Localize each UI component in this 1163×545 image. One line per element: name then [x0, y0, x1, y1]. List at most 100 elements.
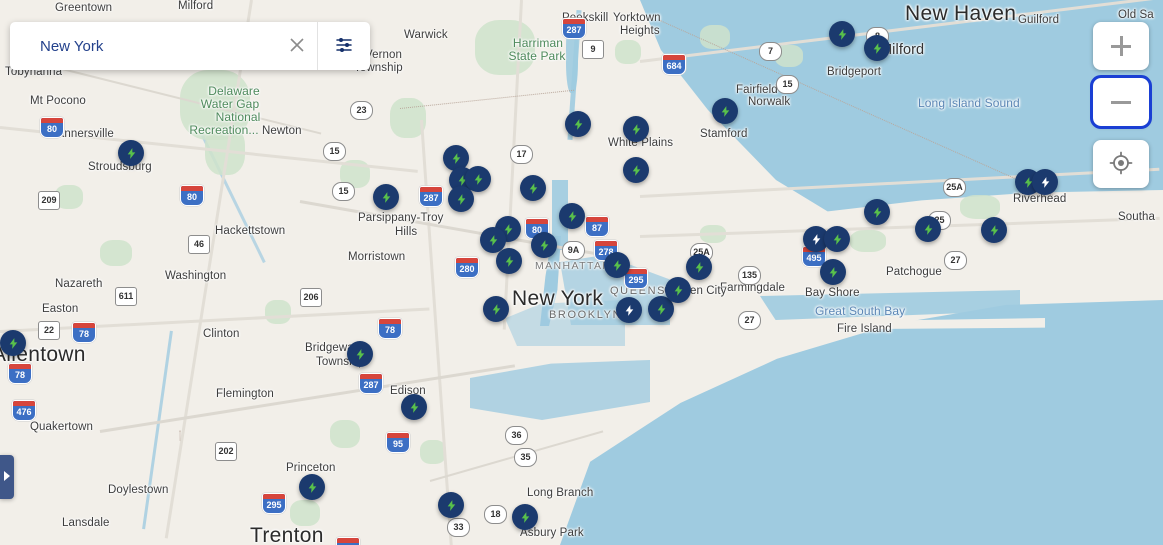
- charging-station-marker[interactable]: [665, 277, 691, 303]
- highway-shield: 202: [215, 442, 237, 461]
- lightning-bolt-icon: [455, 192, 468, 207]
- charging-station-marker[interactable]: [915, 216, 941, 242]
- highway-shield: 684: [662, 54, 686, 75]
- clear-search-button[interactable]: [277, 22, 317, 70]
- charging-station-marker[interactable]: [712, 98, 738, 124]
- charging-station-marker[interactable]: [483, 296, 509, 322]
- highway-shield: 78: [378, 318, 402, 339]
- highway-shield-number: 15: [782, 79, 793, 89]
- highway-shield: 287: [562, 18, 586, 39]
- zoom-out-button[interactable]: [1090, 75, 1152, 129]
- lightning-bolt-icon: [450, 151, 463, 166]
- highway-shield: 95: [386, 432, 410, 453]
- my-location-button[interactable]: [1093, 140, 1149, 188]
- charging-station-marker[interactable]: [520, 175, 546, 201]
- lightning-bolt-icon: [836, 27, 849, 42]
- highway-shield: 27: [738, 311, 761, 330]
- charging-station-marker[interactable]: [565, 111, 591, 137]
- lightning-bolt-icon: [1039, 175, 1052, 190]
- zoom-in-button[interactable]: [1093, 22, 1149, 70]
- highway-shield-number: 80: [186, 192, 197, 202]
- highway-shield: 33: [447, 518, 470, 537]
- charging-station-marker[interactable]: [347, 341, 373, 367]
- highway-shield-number: 9A: [567, 245, 580, 255]
- charging-station-marker[interactable]: [496, 248, 522, 274]
- highway-shield-number: 78: [384, 325, 395, 335]
- highway-shield-number: 684: [666, 61, 682, 71]
- highway-shield: 287: [359, 373, 383, 394]
- highway-shield: 280: [455, 257, 479, 278]
- highway-shield-number: 80: [46, 124, 57, 134]
- filter-button[interactable]: [318, 22, 370, 70]
- charging-station-marker[interactable]: [512, 504, 538, 530]
- lightning-bolt-icon: [630, 163, 643, 178]
- highway-shield-number: 202: [218, 446, 234, 456]
- map-canvas[interactable]: Greentown Milford Tobyhanna Mt Pocono Tanner…: [0, 0, 1163, 545]
- lightning-bolt-icon: [871, 41, 884, 56]
- charging-station-marker[interactable]: [0, 330, 26, 356]
- highway-shield-number: 18: [490, 509, 501, 519]
- highway-shield-number: 295: [628, 275, 644, 285]
- highway-shield: 15: [332, 182, 355, 201]
- highway-shield-number: 23: [356, 105, 367, 115]
- highway-shield: 35: [514, 448, 537, 467]
- charging-station-marker[interactable]: [604, 252, 630, 278]
- charging-station-marker[interactable]: [623, 116, 649, 142]
- lightning-bolt-icon: [380, 190, 393, 205]
- charging-station-marker[interactable]: [531, 232, 557, 258]
- expand-sidebar-handle[interactable]: [0, 455, 14, 499]
- highway-shield-number: 295: [266, 500, 282, 510]
- highway-shield: 611: [115, 287, 137, 306]
- charging-station-marker[interactable]: [448, 186, 474, 212]
- highway-shield: 80: [180, 185, 204, 206]
- charging-station-marker[interactable]: [864, 199, 890, 225]
- highway-shield: 87: [585, 216, 609, 237]
- charging-station-marker[interactable]: [118, 140, 144, 166]
- my-location-crosshair-icon: [1109, 151, 1133, 178]
- charging-station-marker[interactable]: [559, 203, 585, 229]
- highway-shield-number: 27: [744, 315, 755, 325]
- charging-station-marker[interactable]: [401, 394, 427, 420]
- highway-shield-number: 15: [338, 186, 349, 196]
- charging-station-marker[interactable]: [864, 35, 890, 61]
- highway-shield: 80: [40, 117, 64, 138]
- chevron-right-icon: [3, 468, 11, 486]
- charging-station-marker[interactable]: [820, 259, 846, 285]
- highway-shield-number: 9: [590, 44, 596, 54]
- lightning-bolt-icon: [831, 232, 844, 247]
- highway-shield-number: 25A: [946, 182, 963, 192]
- charging-station-marker[interactable]: [623, 157, 649, 183]
- lightning-bolt-icon: [538, 238, 551, 253]
- search-input[interactable]: [10, 22, 277, 70]
- charging-station-marker[interactable]: [1032, 169, 1058, 195]
- highway-shield: 287: [419, 186, 443, 207]
- charging-station-marker[interactable]: [373, 184, 399, 210]
- highway-shield-number: 287: [566, 25, 582, 35]
- highway-shield: 95: [336, 537, 360, 545]
- highway-shield-number: 87: [591, 223, 602, 233]
- lightning-bolt-icon: [655, 302, 668, 317]
- charging-station-marker[interactable]: [686, 254, 712, 280]
- highway-shield: 46: [188, 235, 210, 254]
- highway-shield: 25A: [943, 178, 966, 197]
- highway-shield: 36: [505, 426, 528, 445]
- minus-icon: [1111, 92, 1131, 112]
- highway-shield: 476: [12, 400, 36, 421]
- lightning-bolt-icon: [810, 232, 823, 247]
- lightning-bolt-icon: [572, 117, 585, 132]
- charging-station-marker[interactable]: [829, 21, 855, 47]
- lightning-bolt-icon: [490, 302, 503, 317]
- charging-station-marker[interactable]: [438, 492, 464, 518]
- lightning-bolt-icon: [611, 258, 624, 273]
- lightning-bolt-icon: [623, 303, 636, 318]
- map-controls[interactable]: [1090, 22, 1152, 196]
- charging-station-marker[interactable]: [616, 297, 642, 323]
- lightning-bolt-icon: [487, 233, 500, 248]
- search-bar[interactable]: [10, 22, 370, 70]
- charging-station-marker[interactable]: [299, 474, 325, 500]
- charging-station-marker[interactable]: [824, 226, 850, 252]
- highway-shield: 17: [510, 145, 533, 164]
- lightning-bolt-icon: [408, 400, 421, 415]
- charging-station-marker[interactable]: [981, 217, 1007, 243]
- lightning-bolt-icon: [719, 104, 732, 119]
